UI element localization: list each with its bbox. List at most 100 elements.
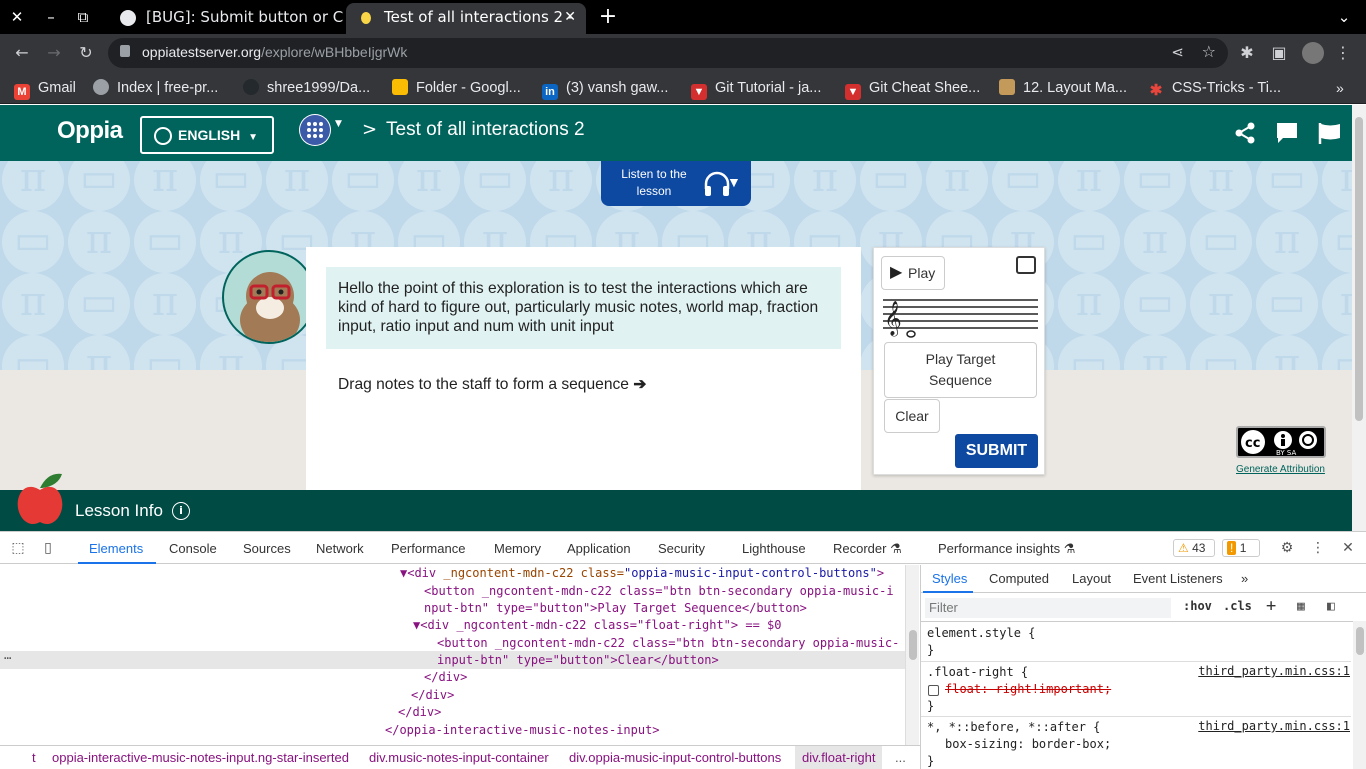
minimize-window-icon[interactable]: –: [40, 6, 62, 28]
browser-menu-icon[interactable]: ⋮: [1332, 42, 1354, 64]
devtools-tab-lighthouse[interactable]: Lighthouse: [742, 541, 806, 556]
share-page-icon[interactable]: ⋖: [1171, 43, 1184, 61]
submit-button[interactable]: SUBMIT: [955, 434, 1038, 468]
toggle-sidebar-icon[interactable]: ◧: [1327, 599, 1335, 614]
topic-thumbnail-icon[interactable]: [299, 114, 331, 146]
dom-crumb[interactable]: oppia-interactive-music-notes-input.ng-s…: [52, 746, 349, 769]
bookmark-star-icon[interactable]: ☆: [1202, 42, 1216, 61]
back-icon[interactable]: ←: [11, 42, 33, 64]
css-rule-selector[interactable]: element.style {: [927, 625, 1035, 642]
language-selector-button[interactable]: ENGLISH ▼: [140, 116, 274, 154]
dom-line[interactable]: </oppia-interactive-music-notes-input>: [385, 722, 660, 739]
play-target-sequence-button[interactable]: Play Target Sequence: [884, 342, 1037, 398]
styles-tab[interactable]: Styles: [932, 571, 967, 586]
computed-styles-icon[interactable]: ▦: [1297, 599, 1305, 614]
audio-dropdown-caret-icon[interactable]: ▼: [727, 174, 741, 190]
devtools-tab-performance-insights[interactable]: Performance insights ⚗: [938, 541, 1075, 557]
listen-to-lesson-button[interactable]: Listen to the lesson ▼: [601, 161, 751, 206]
dom-line-selected[interactable]: ▼<div _ngcontent-mdn-c22 class="float-ri…: [413, 617, 781, 634]
address-bar[interactable]: oppiatestserver.org/explore/wBHbbeIjgrWk…: [108, 38, 1228, 68]
styles-scrollbar-thumb[interactable]: [1356, 627, 1364, 655]
bookmark-css-tricks[interactable]: ✱ CSS-Tricks - Ti...: [1148, 77, 1281, 99]
lesson-info-label[interactable]: Lesson Info: [75, 501, 163, 521]
more-options-icon[interactable]: ⋮: [1310, 540, 1326, 556]
dom-crumb[interactable]: div.music-notes-input-container: [369, 746, 549, 769]
bookmark-linkedin[interactable]: in (3) vansh gaw...: [542, 77, 668, 100]
devtools-tab-network[interactable]: Network: [316, 541, 364, 556]
dom-crumb[interactable]: div.oppia-music-input-control-buttons: [569, 746, 781, 769]
close-window-icon[interactable]: ✕: [6, 6, 28, 28]
page-scrollbar[interactable]: [1352, 105, 1366, 531]
dom-line[interactable]: <button _ngcontent-mdn-c22 class="btn bt…: [437, 635, 899, 652]
bookmark-git-cheatsheet[interactable]: ▼ Git Cheat Shee...: [845, 77, 980, 100]
new-rule-icon[interactable]: +: [1266, 596, 1276, 616]
devtools-tab-application[interactable]: Application: [567, 541, 631, 556]
feedback-icon[interactable]: [1275, 121, 1301, 147]
styles-filter-input[interactable]: Filter: [925, 598, 1171, 618]
computed-tab[interactable]: Computed: [989, 571, 1049, 586]
bookmark-layout[interactable]: 12. Layout Ma...: [999, 77, 1127, 99]
share-icon[interactable]: [1233, 121, 1259, 147]
warnings-badge[interactable]: ⚠ 43: [1173, 539, 1215, 557]
hover-state-toggle[interactable]: :hov: [1183, 599, 1212, 613]
issues-badge[interactable]: ! 1: [1222, 539, 1260, 557]
devtools-tab-sources[interactable]: Sources: [243, 541, 291, 556]
devtools-tab-recorder[interactable]: Recorder ⚗: [833, 541, 902, 557]
play-button[interactable]: ▶ Play: [881, 256, 945, 290]
bookmark-git-tutorial[interactable]: ▼ Git Tutorial - ja...: [691, 77, 821, 100]
settings-gear-icon[interactable]: ⚙: [1279, 540, 1295, 556]
page-scrollbar-thumb[interactable]: [1355, 117, 1363, 421]
dom-crumb-selected[interactable]: div.float-right: [795, 746, 883, 769]
tab-search-chevron-icon[interactable]: ⌄: [1333, 6, 1355, 28]
event-listeners-tab[interactable]: Event Listeners: [1133, 571, 1223, 586]
devtools-tab-memory[interactable]: Memory: [494, 541, 541, 556]
dom-crumb-more[interactable]: ...: [895, 746, 906, 769]
music-staff[interactable]: 𝄞: [883, 296, 1038, 338]
close-tab-icon[interactable]: ✕: [564, 3, 576, 32]
styles-scrollbar[interactable]: [1353, 621, 1366, 769]
close-devtools-icon[interactable]: ✕: [1340, 540, 1356, 556]
devtools-tab-performance[interactable]: Performance: [391, 541, 465, 556]
oppia-logo[interactable]: Oppia: [57, 117, 123, 145]
css-rule-source-link[interactable]: third_party.min.css:1: [1198, 719, 1350, 733]
dom-line[interactable]: <button _ngcontent-mdn-c22 class="btn bt…: [424, 583, 894, 600]
property-checkbox[interactable]: [928, 685, 939, 696]
bookmark-drive[interactable]: Folder - Googl...: [392, 77, 521, 99]
extensions-icon[interactable]: ✱: [1236, 42, 1258, 64]
report-flag-icon[interactable]: [1318, 121, 1344, 147]
dom-scrollbar[interactable]: [905, 565, 919, 745]
dom-line[interactable]: input-btn" type="button">Clear</button>: [437, 652, 719, 669]
clear-button[interactable]: Clear: [884, 399, 940, 433]
browser-tab-github[interactable]: [BUG]: Submit button or C: [108, 3, 346, 34]
dom-line[interactable]: </div>: [424, 669, 467, 686]
device-toolbar-icon[interactable]: ▯: [40, 540, 56, 556]
dom-line[interactable]: nput-btn" type="button">Play Target Sequ…: [424, 600, 807, 617]
bookmark-index[interactable]: Index | free-pr...: [93, 77, 218, 99]
css-rule-selector[interactable]: .float-right {: [927, 664, 1028, 681]
devtools-tab-elements[interactable]: Elements: [89, 541, 143, 556]
side-panel-icon[interactable]: ▣: [1268, 42, 1290, 64]
dom-scrollbar-thumb[interactable]: [909, 630, 917, 660]
dom-crumb[interactable]: t: [32, 746, 36, 769]
cc-license-badge[interactable]: cc BY SA: [1236, 426, 1326, 458]
dom-line[interactable]: </div>: [398, 704, 441, 721]
profile-avatar[interactable]: [1302, 42, 1324, 64]
class-toggle[interactable]: .cls: [1223, 599, 1252, 613]
inspect-element-icon[interactable]: ⬚: [10, 540, 26, 556]
toggle-keyboard-icon[interactable]: [1016, 256, 1036, 274]
dom-line[interactable]: </div>: [411, 687, 454, 704]
css-property-overridden[interactable]: float: right!important;: [945, 681, 1111, 698]
bookmark-gmail[interactable]: M Gmail: [14, 77, 76, 100]
css-rule-selector[interactable]: *, *::before, *::after {: [927, 719, 1100, 736]
new-tab-icon[interactable]: +: [597, 6, 619, 28]
devtools-tab-security[interactable]: Security: [658, 541, 705, 556]
node-ellipsis-icon[interactable]: ⋯: [4, 651, 11, 665]
reload-icon[interactable]: ↻: [75, 42, 97, 64]
info-icon[interactable]: i: [172, 502, 190, 520]
more-bookmarks-icon[interactable]: »: [1336, 77, 1344, 99]
more-tabs-icon[interactable]: »: [1241, 571, 1248, 586]
dom-line[interactable]: ▼<div _ngcontent-mdn-c22 class="oppia-mu…: [400, 565, 884, 582]
restore-window-icon[interactable]: ⧉: [72, 6, 94, 28]
topic-dropdown-caret-icon[interactable]: ▼: [335, 119, 342, 129]
generate-attribution-link[interactable]: Generate Attribution: [1236, 464, 1325, 475]
